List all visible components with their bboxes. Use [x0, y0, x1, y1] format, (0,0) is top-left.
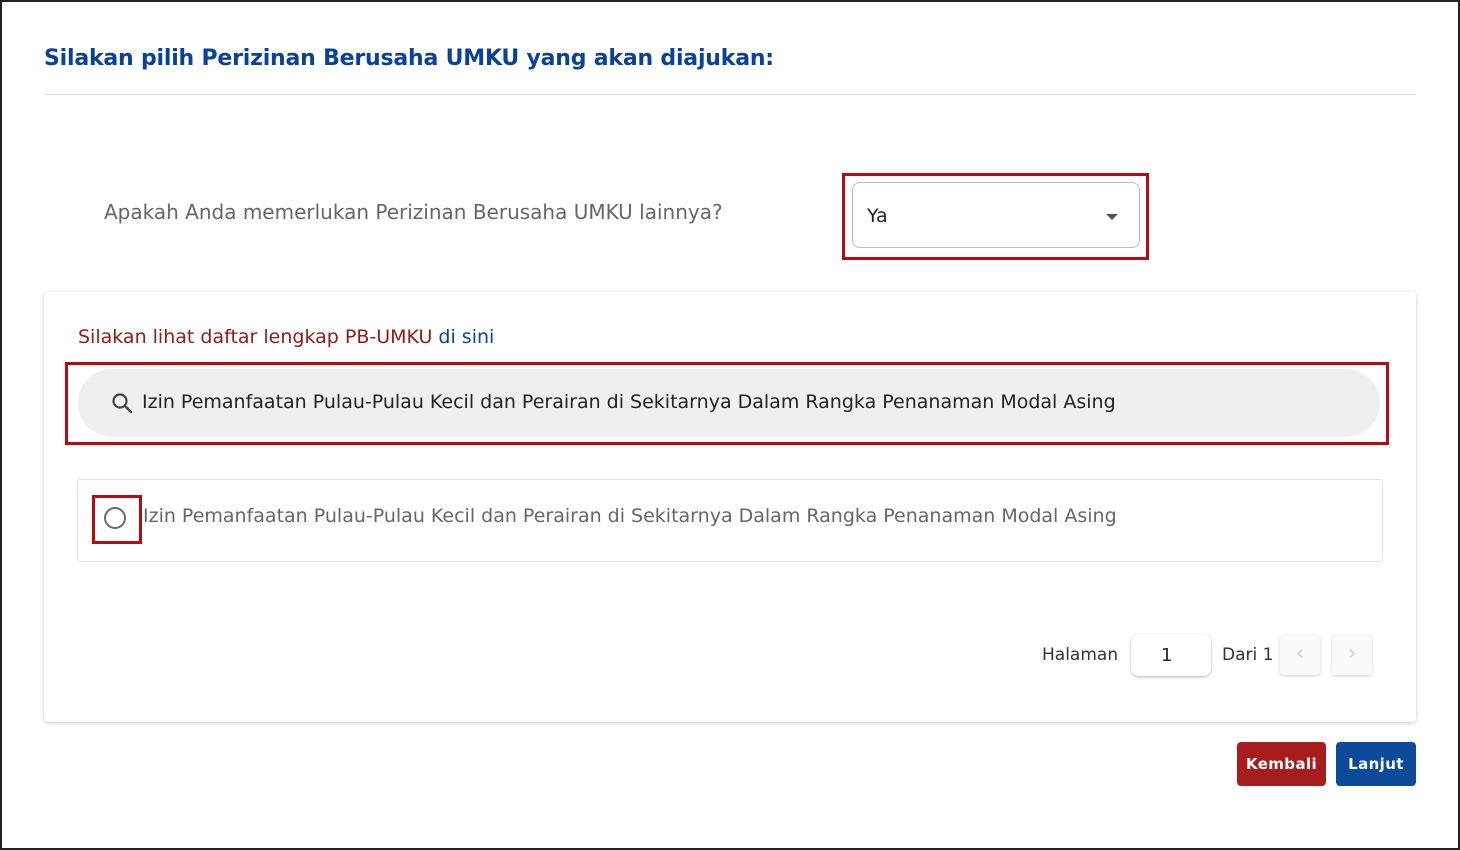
pagination-total: Dari 1 [1222, 645, 1274, 665]
info-link[interactable]: di sini [438, 326, 494, 348]
info-line: Silakan lihat daftar lengkap PB-UMKU di … [78, 326, 494, 348]
prev-page-button[interactable]: ‹ [1280, 635, 1320, 675]
chevron-left-icon: ‹ [1295, 641, 1305, 666]
question-label: Apakah Anda memerlukan Perizinan Berusah… [104, 200, 723, 224]
search-icon [112, 393, 133, 414]
umku-dropdown[interactable]: Ya [852, 182, 1140, 248]
title-divider [44, 94, 1416, 95]
next-page-button[interactable]: › [1332, 635, 1372, 675]
pagination-label: Halaman [1042, 645, 1119, 665]
search-input[interactable]: Izin Pemanfaatan Pulau-Pulau Kecil dan P… [78, 369, 1380, 437]
info-text: Silakan lihat daftar lengkap PB-UMKU [78, 326, 439, 348]
list-item-label: Izin Pemanfaatan Pulau-Pulau Kecil dan P… [143, 505, 1117, 527]
radio-unchecked-icon[interactable] [104, 507, 126, 529]
page-title: Silakan pilih Perizinan Berusaha UMKU ya… [44, 46, 774, 71]
chevron-right-icon: › [1347, 641, 1357, 666]
next-button[interactable]: Lanjut [1336, 742, 1416, 786]
search-value: Izin Pemanfaatan Pulau-Pulau Kecil dan P… [142, 391, 1116, 413]
page-number-input[interactable] [1131, 634, 1211, 676]
back-button[interactable]: Kembali [1237, 742, 1326, 786]
caret-down-icon [1106, 214, 1118, 220]
dropdown-selected-value: Ya [867, 205, 888, 227]
